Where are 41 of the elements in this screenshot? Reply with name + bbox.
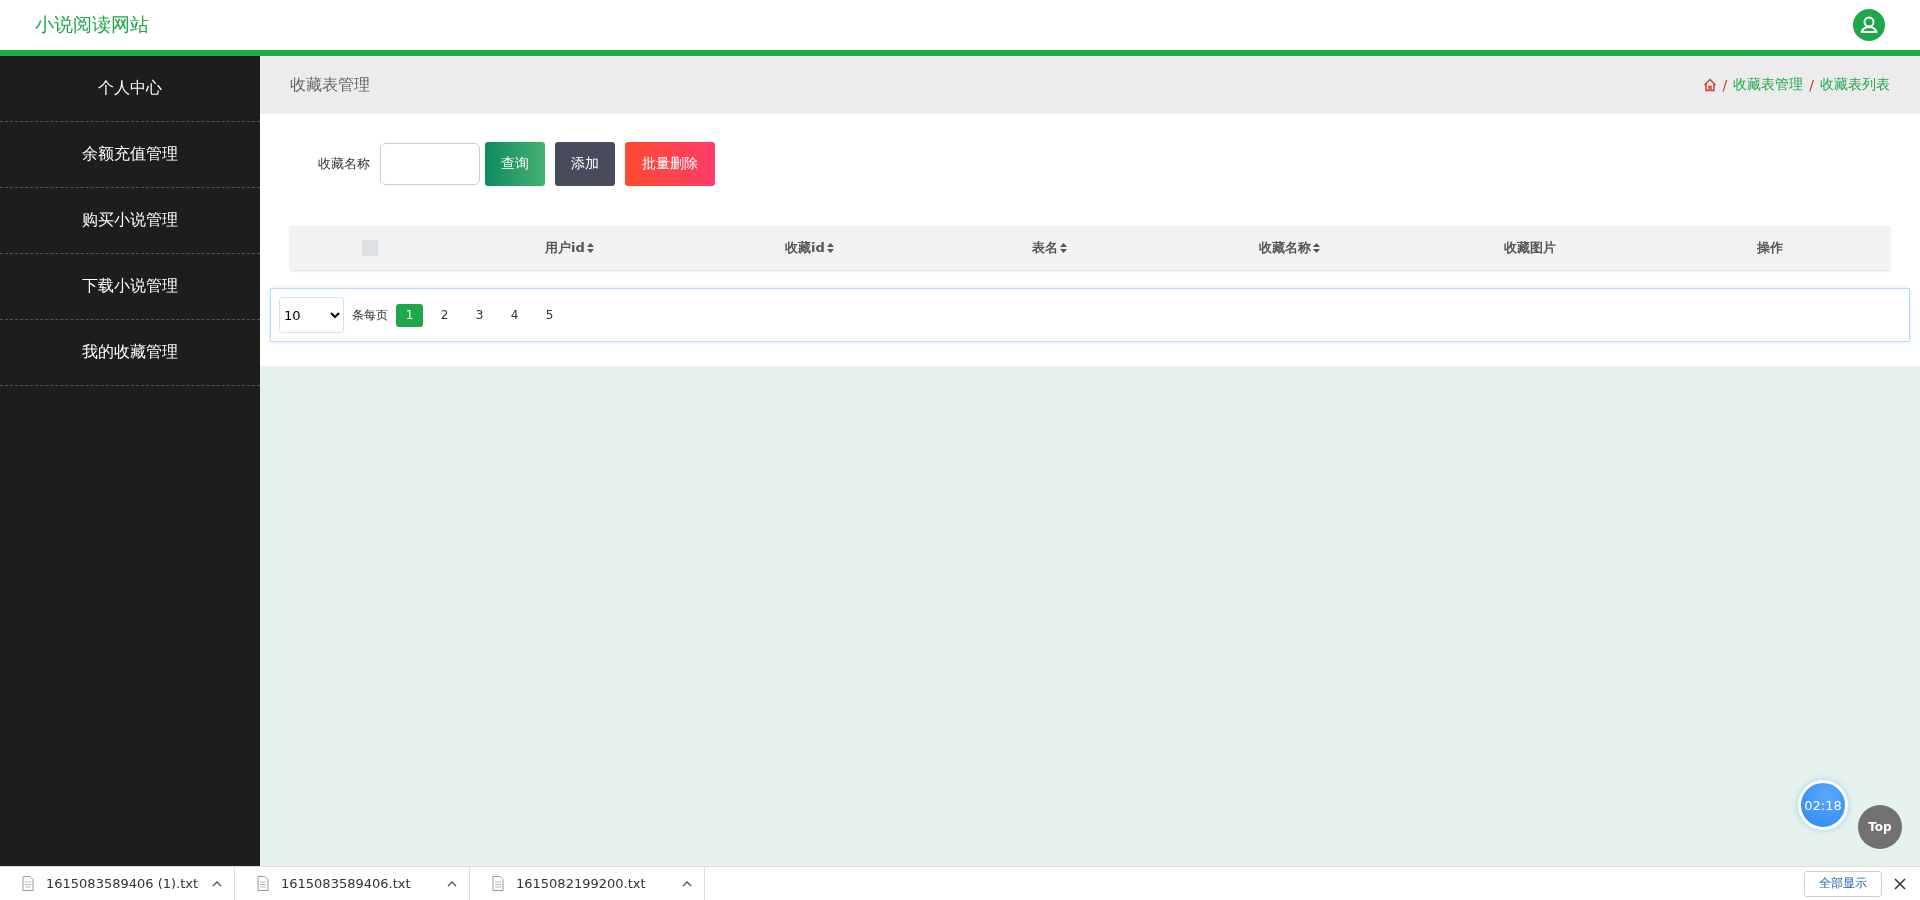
caret-icon[interactable] xyxy=(212,879,222,888)
search-field[interactable] xyxy=(380,143,480,185)
file-icon xyxy=(492,876,504,891)
file-icon xyxy=(22,876,34,891)
page-number[interactable]: 5 xyxy=(536,303,563,327)
column-header[interactable]: 用户id xyxy=(545,239,595,257)
page-size-label: 条每页 xyxy=(352,306,388,324)
close-icon[interactable] xyxy=(1894,877,1906,890)
column-header[interactable]: 表名 xyxy=(1032,239,1068,257)
sort-icon[interactable] xyxy=(825,242,835,254)
breadcrumb-separator: / xyxy=(1809,77,1814,93)
show-all-button[interactable]: 全部显示 xyxy=(1804,870,1882,897)
download-file-name[interactable]: 1615082199200.txt xyxy=(516,876,670,891)
home-icon[interactable] xyxy=(1702,78,1717,92)
page-size-select[interactable]: 10 xyxy=(279,297,344,333)
breadcrumb-separator: / xyxy=(1722,77,1728,93)
column-title: 收藏id xyxy=(785,239,825,257)
sort-icon[interactable] xyxy=(1312,242,1321,254)
column-title: 用户id xyxy=(545,239,585,257)
column-header[interactable]: 收藏名称 xyxy=(1259,239,1321,257)
search-button[interactable]: 查询 xyxy=(485,142,545,186)
column-header: 操作 xyxy=(1757,239,1783,257)
column-title: 表名 xyxy=(1032,239,1058,257)
add-button[interactable]: 添加 xyxy=(555,142,615,186)
download-file-name[interactable]: 1615083589406 (1).txt xyxy=(46,876,200,891)
caret-icon[interactable] xyxy=(447,879,457,888)
page-title: 收藏表管理 xyxy=(290,74,370,96)
column-title: 收藏名称 xyxy=(1259,239,1311,257)
page-number[interactable]: 2 xyxy=(431,303,458,327)
sort-icon[interactable] xyxy=(585,242,595,254)
page-number[interactable]: 4 xyxy=(501,303,528,327)
download-file-name[interactable]: 1615083589406.txt xyxy=(281,876,435,891)
column-header[interactable]: 收藏id xyxy=(785,239,835,257)
page-number[interactable]: 3 xyxy=(466,303,493,327)
site-title: 小说阅读网站 xyxy=(35,12,149,37)
search-label: 收藏名称 xyxy=(318,155,370,173)
file-icon xyxy=(257,876,269,891)
user-avatar-icon[interactable] xyxy=(1853,9,1885,41)
column-header: 收藏图片 xyxy=(1504,239,1556,257)
sort-icon[interactable] xyxy=(1059,242,1068,254)
caret-icon[interactable] xyxy=(682,879,692,888)
